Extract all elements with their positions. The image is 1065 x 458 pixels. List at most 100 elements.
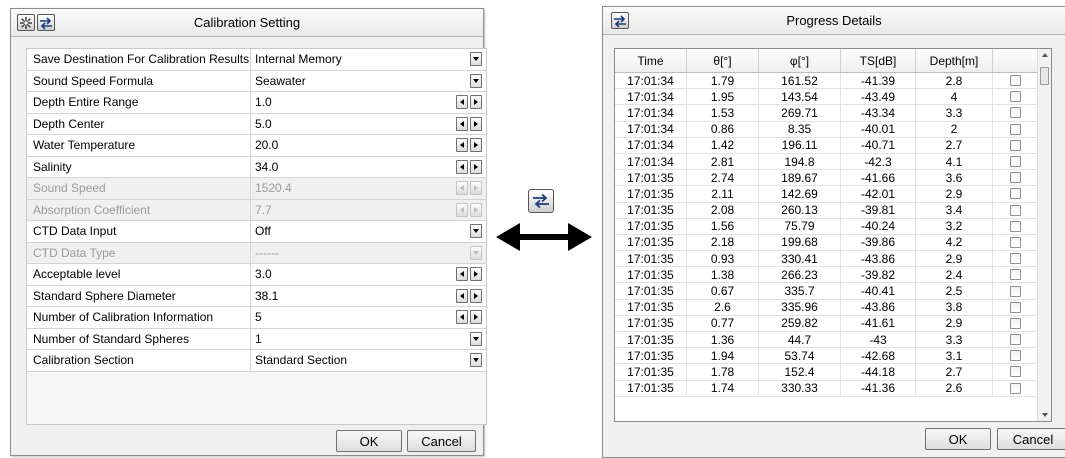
- row-checkbox[interactable]: [1010, 91, 1021, 103]
- scroll-thumb[interactable]: [1040, 67, 1049, 85]
- table-row[interactable]: 17:01:35 2.11 142.69 -42.01 2.9: [615, 186, 1051, 203]
- row-checkbox[interactable]: [1010, 188, 1021, 200]
- column-header[interactable]: φ[°]: [759, 49, 841, 72]
- dropdown-arrow-button[interactable]: [470, 224, 482, 239]
- arrow-right-icon: [474, 206, 478, 213]
- calibration-ok-button[interactable]: OK: [336, 430, 402, 452]
- row-checkbox[interactable]: [1010, 220, 1021, 232]
- scroll-up-arrow-icon[interactable]: [1042, 53, 1048, 57]
- arrow-right-icon: [474, 271, 478, 278]
- decrement-button[interactable]: [456, 310, 468, 325]
- decrement-button[interactable]: [456, 95, 468, 110]
- setting-value-field[interactable]: 1.0: [251, 92, 452, 113]
- column-header[interactable]: θ[°]: [687, 49, 759, 72]
- checkbox-cell: [993, 121, 1039, 137]
- row-checkbox[interactable]: [1010, 139, 1021, 151]
- table-row[interactable]: 17:01:35 0.93 330.41 -43.86 2.9: [615, 251, 1051, 268]
- row-checkbox[interactable]: [1010, 334, 1021, 346]
- setting-value-field[interactable]: 3.0: [251, 264, 452, 285]
- row-checkbox[interactable]: [1010, 301, 1021, 313]
- table-cell: 260.13: [759, 202, 841, 218]
- arrow-right-icon: [474, 142, 478, 149]
- row-checkbox[interactable]: [1010, 204, 1021, 216]
- decrement-button[interactable]: [456, 116, 468, 131]
- progress-ok-button[interactable]: OK: [925, 428, 991, 450]
- table-cell: 0.77: [687, 315, 759, 331]
- row-checkbox[interactable]: [1010, 285, 1021, 297]
- row-checkbox[interactable]: [1010, 366, 1021, 378]
- table-row[interactable]: 17:01:35 1.56 75.79 -40.24 3.2: [615, 218, 1051, 235]
- table-row[interactable]: 17:01:34 0.86 8.35 -40.01 2: [615, 121, 1051, 138]
- row-checkbox[interactable]: [1010, 75, 1021, 87]
- setting-value-field[interactable]: Internal Memory: [251, 49, 452, 70]
- table-row[interactable]: 17:01:35 1.36 44.7 -43 3.3: [615, 332, 1051, 349]
- decrement-button: [456, 181, 468, 196]
- scroll-down-arrow-icon[interactable]: [1042, 413, 1048, 417]
- setting-value-field[interactable]: 1: [251, 329, 452, 350]
- table-row[interactable]: 17:01:35 1.94 53.74 -42.68 3.1: [615, 348, 1051, 365]
- row-checkbox[interactable]: [1010, 172, 1021, 184]
- table-row[interactable]: 17:01:35 2.6 335.96 -43.86 3.8: [615, 299, 1051, 316]
- table-row[interactable]: 17:01:35 0.67 335.7 -40.41 2.5: [615, 283, 1051, 300]
- table-cell: 1.53: [687, 105, 759, 121]
- row-checkbox[interactable]: [1010, 382, 1021, 394]
- column-header[interactable]: [993, 49, 1039, 72]
- table-row[interactable]: 17:01:35 2.18 199.68 -39.86 4.2: [615, 234, 1051, 252]
- dropdown-arrow-button[interactable]: [470, 52, 482, 67]
- checkbox-cell: [993, 251, 1039, 267]
- row-checkbox[interactable]: [1010, 107, 1021, 119]
- increment-button[interactable]: [470, 310, 482, 325]
- setting-value-field[interactable]: Off: [251, 221, 452, 242]
- row-checkbox[interactable]: [1010, 269, 1021, 281]
- table-cell: 194.8: [759, 153, 841, 170]
- table-row[interactable]: 17:01:34 2.81 194.8 -42.3 4.1: [615, 153, 1051, 171]
- increment-button[interactable]: [470, 288, 482, 303]
- increment-button[interactable]: [470, 116, 482, 131]
- setting-value-field[interactable]: 38.1: [251, 286, 452, 307]
- row-checkbox[interactable]: [1010, 317, 1021, 329]
- increment-button[interactable]: [470, 159, 482, 174]
- table-row[interactable]: 17:01:35 1.38 266.23 -39.82 2.4: [615, 267, 1051, 284]
- table-cell: 2.4: [916, 267, 993, 283]
- row-checkbox[interactable]: [1010, 156, 1021, 168]
- setting-value-field[interactable]: 34.0: [251, 157, 452, 178]
- column-header[interactable]: TS[dB]: [841, 49, 916, 72]
- setting-value-field[interactable]: Seawater: [251, 71, 452, 92]
- setting-value-field[interactable]: Standard Section: [251, 350, 452, 371]
- decrement-button[interactable]: [456, 267, 468, 282]
- setting-value-field[interactable]: 20.0: [251, 135, 452, 156]
- increment-button[interactable]: [470, 95, 482, 110]
- calibration-cancel-button[interactable]: Cancel: [407, 430, 476, 452]
- decrement-button[interactable]: [456, 138, 468, 153]
- table-cell: 1.38: [687, 267, 759, 283]
- chevron-down-icon: [473, 358, 479, 363]
- table-row[interactable]: 17:01:35 1.78 152.4 -44.18 2.7: [615, 364, 1051, 381]
- setting-value-field: 7.7: [255, 202, 272, 217]
- dropdown-arrow-button[interactable]: [470, 353, 482, 368]
- table-row[interactable]: 17:01:35 1.74 330.33 -41.36 2.6: [615, 380, 1051, 397]
- table-row[interactable]: 17:01:34 1.95 143.54 -43.49 4: [615, 89, 1051, 106]
- decrement-button[interactable]: [456, 159, 468, 174]
- table-row[interactable]: 17:01:35 2.08 260.13 -39.81 3.4: [615, 202, 1051, 219]
- setting-value-field[interactable]: 5: [251, 307, 452, 328]
- setting-row: Depth Entire Range 1.0: [27, 92, 486, 114]
- vertical-scrollbar[interactable]: [1037, 49, 1051, 421]
- progress-cancel-button[interactable]: Cancel: [997, 428, 1065, 450]
- table-row[interactable]: 17:01:34 1.79 161.52 -41.39 2.8: [615, 73, 1051, 90]
- increment-button[interactable]: [470, 138, 482, 153]
- dropdown-arrow-button[interactable]: [470, 331, 482, 346]
- increment-button[interactable]: [470, 267, 482, 282]
- table-row[interactable]: 17:01:34 1.53 269.71 -43.34 3.3: [615, 105, 1051, 122]
- table-row[interactable]: 17:01:35 0.77 259.82 -41.61 2.9: [615, 315, 1051, 332]
- column-header[interactable]: Depth[m]: [916, 49, 993, 72]
- column-header[interactable]: Time: [615, 49, 687, 72]
- row-checkbox[interactable]: [1010, 123, 1021, 135]
- row-checkbox[interactable]: [1010, 236, 1021, 248]
- dropdown-arrow-button[interactable]: [470, 73, 482, 88]
- setting-value-field[interactable]: 5.0: [251, 114, 452, 135]
- decrement-button[interactable]: [456, 288, 468, 303]
- row-checkbox[interactable]: [1010, 253, 1021, 265]
- table-row[interactable]: 17:01:35 2.74 189.67 -41.66 3.6: [615, 170, 1051, 187]
- row-checkbox[interactable]: [1010, 350, 1021, 362]
- table-row[interactable]: 17:01:34 1.42 196.11 -40.71 2.7: [615, 137, 1051, 154]
